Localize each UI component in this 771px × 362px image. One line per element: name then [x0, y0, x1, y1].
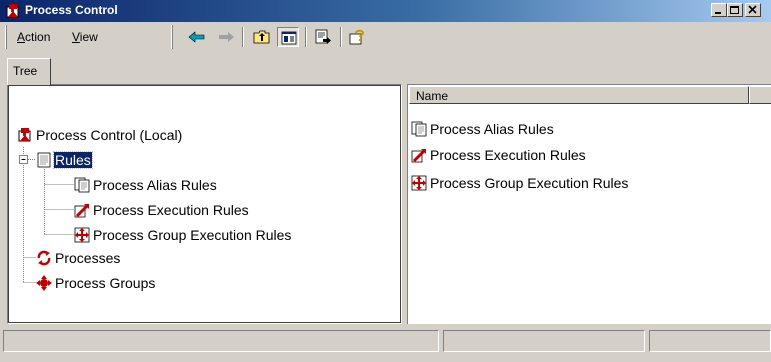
- up-folder-icon: [253, 30, 270, 44]
- execution-rules-icon: [74, 202, 90, 218]
- maximize-button[interactable]: [727, 3, 743, 17]
- forward-icon: [219, 32, 234, 42]
- back-icon: [188, 31, 205, 43]
- list-item-execution-rules-label: Process Execution Rules: [430, 147, 586, 163]
- up-one-level-button[interactable]: [250, 27, 272, 47]
- column-header-filler[interactable]: [749, 86, 771, 104]
- group-execution-rules-icon: [411, 175, 427, 191]
- tree-node-group-execution-rules-label: Process Group Execution Rules: [93, 227, 292, 243]
- toolbar: Action View: [0, 22, 771, 52]
- process-groups-icon: [36, 275, 52, 291]
- tree-node-execution-rules-label: Process Execution Rules: [93, 202, 249, 218]
- window-title: Process Control: [25, 3, 118, 17]
- help-icon: [349, 29, 365, 45]
- tab-tree-label: Tree: [13, 64, 38, 78]
- title-bar[interactable]: Process Control: [0, 0, 771, 22]
- column-header-name[interactable]: Name: [409, 86, 749, 104]
- tree-node-rules-label: Rules: [53, 151, 93, 169]
- tree-node-alias-rules-label: Process Alias Rules: [93, 177, 217, 193]
- help-button[interactable]: [346, 27, 368, 47]
- column-header-name-label: Name: [416, 89, 449, 103]
- execution-rules-icon: [411, 147, 427, 163]
- export-list-button[interactable]: [312, 27, 334, 47]
- menu-view[interactable]: View: [72, 30, 98, 44]
- list-item-group-execution-rules-label: Process Group Execution Rules: [430, 175, 629, 191]
- group-execution-rules-icon: [74, 227, 90, 243]
- list-pane[interactable]: Name Process Alias Rules Process Executi…: [407, 84, 771, 324]
- forward-button[interactable]: [214, 27, 236, 47]
- alias-rules-icon: [411, 121, 427, 137]
- status-panel-2: [443, 330, 645, 352]
- alias-rules-icon: [74, 177, 90, 193]
- export-list-icon: [315, 29, 331, 44]
- status-bar: [0, 328, 771, 362]
- toolbar-grip[interactable]: [171, 25, 173, 49]
- menu-action-rest: ction: [25, 30, 51, 44]
- status-panel-3: [649, 330, 771, 352]
- rules-collapse-toggle: [19, 155, 28, 164]
- close-button[interactable]: [745, 3, 761, 17]
- menu-grip[interactable]: [5, 25, 7, 49]
- show-hide-tree-button[interactable]: [277, 27, 299, 47]
- toolbar-separator: [340, 27, 342, 47]
- status-panel-main: [3, 330, 439, 352]
- menu-view-accelerator: V: [72, 30, 80, 44]
- tab-tree[interactable]: Tree: [7, 58, 51, 85]
- minimize-button[interactable]: [711, 3, 727, 17]
- menu-action-accelerator: A: [17, 30, 26, 44]
- processes-icon: [36, 250, 52, 266]
- toolbar-separator: [242, 27, 244, 47]
- tree-node-root-label: Process Control (Local): [36, 127, 183, 143]
- tree-pane[interactable]: Process Control (Local) Rules Process Al…: [7, 84, 402, 324]
- process-control-icon: [5, 3, 21, 19]
- show-hide-tree-icon: [281, 31, 297, 45]
- process-control-icon: [17, 127, 33, 143]
- list-item-alias-rules-label: Process Alias Rules: [430, 121, 554, 137]
- tree-node-process-groups-label: Process Groups: [55, 275, 156, 291]
- rules-document-icon: [36, 152, 52, 168]
- menu-action[interactable]: Action: [17, 30, 50, 44]
- toolbar-separator: [305, 27, 307, 47]
- tree-node-processes-label: Processes: [55, 250, 121, 266]
- menu-view-rest: iew: [79, 30, 98, 44]
- back-button[interactable]: [185, 27, 207, 47]
